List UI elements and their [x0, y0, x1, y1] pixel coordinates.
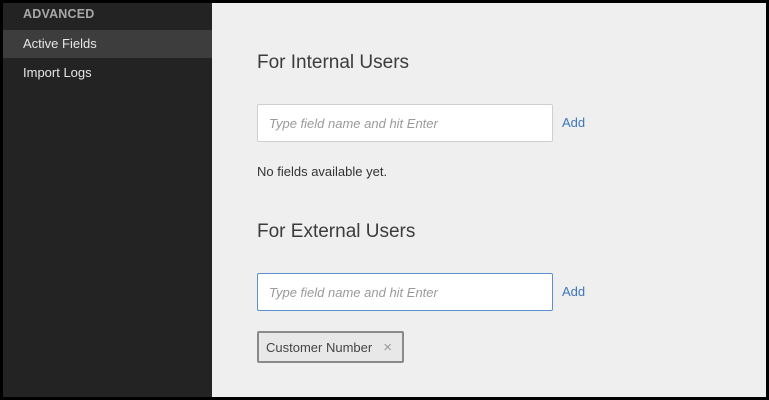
internal-add-link[interactable]: Add: [562, 115, 585, 130]
internal-empty-message: No fields available yet.: [257, 164, 388, 179]
external-users-heading: For External Users: [257, 221, 416, 242]
internal-users-heading: For Internal Users: [257, 52, 410, 73]
field-tag-customer-number: Customer Number ×: [257, 331, 404, 363]
close-icon[interactable]: ×: [383, 340, 392, 355]
main-content: For Internal Users Add No fields availab…: [212, 3, 766, 397]
sidebar-section-title: ADVANCED: [23, 7, 95, 21]
field-tag-label: Customer Number: [266, 339, 373, 355]
sidebar-item-import-logs[interactable]: Import Logs: [3, 59, 212, 87]
external-add-link[interactable]: Add: [562, 284, 585, 299]
sidebar-item-active-fields[interactable]: Active Fields: [3, 30, 212, 58]
internal-field-input[interactable]: [257, 104, 553, 142]
app-window: ADVANCED Active Fields Import Logs For I…: [0, 0, 769, 400]
sidebar: ADVANCED Active Fields Import Logs: [3, 3, 212, 397]
external-field-input[interactable]: [257, 273, 553, 311]
